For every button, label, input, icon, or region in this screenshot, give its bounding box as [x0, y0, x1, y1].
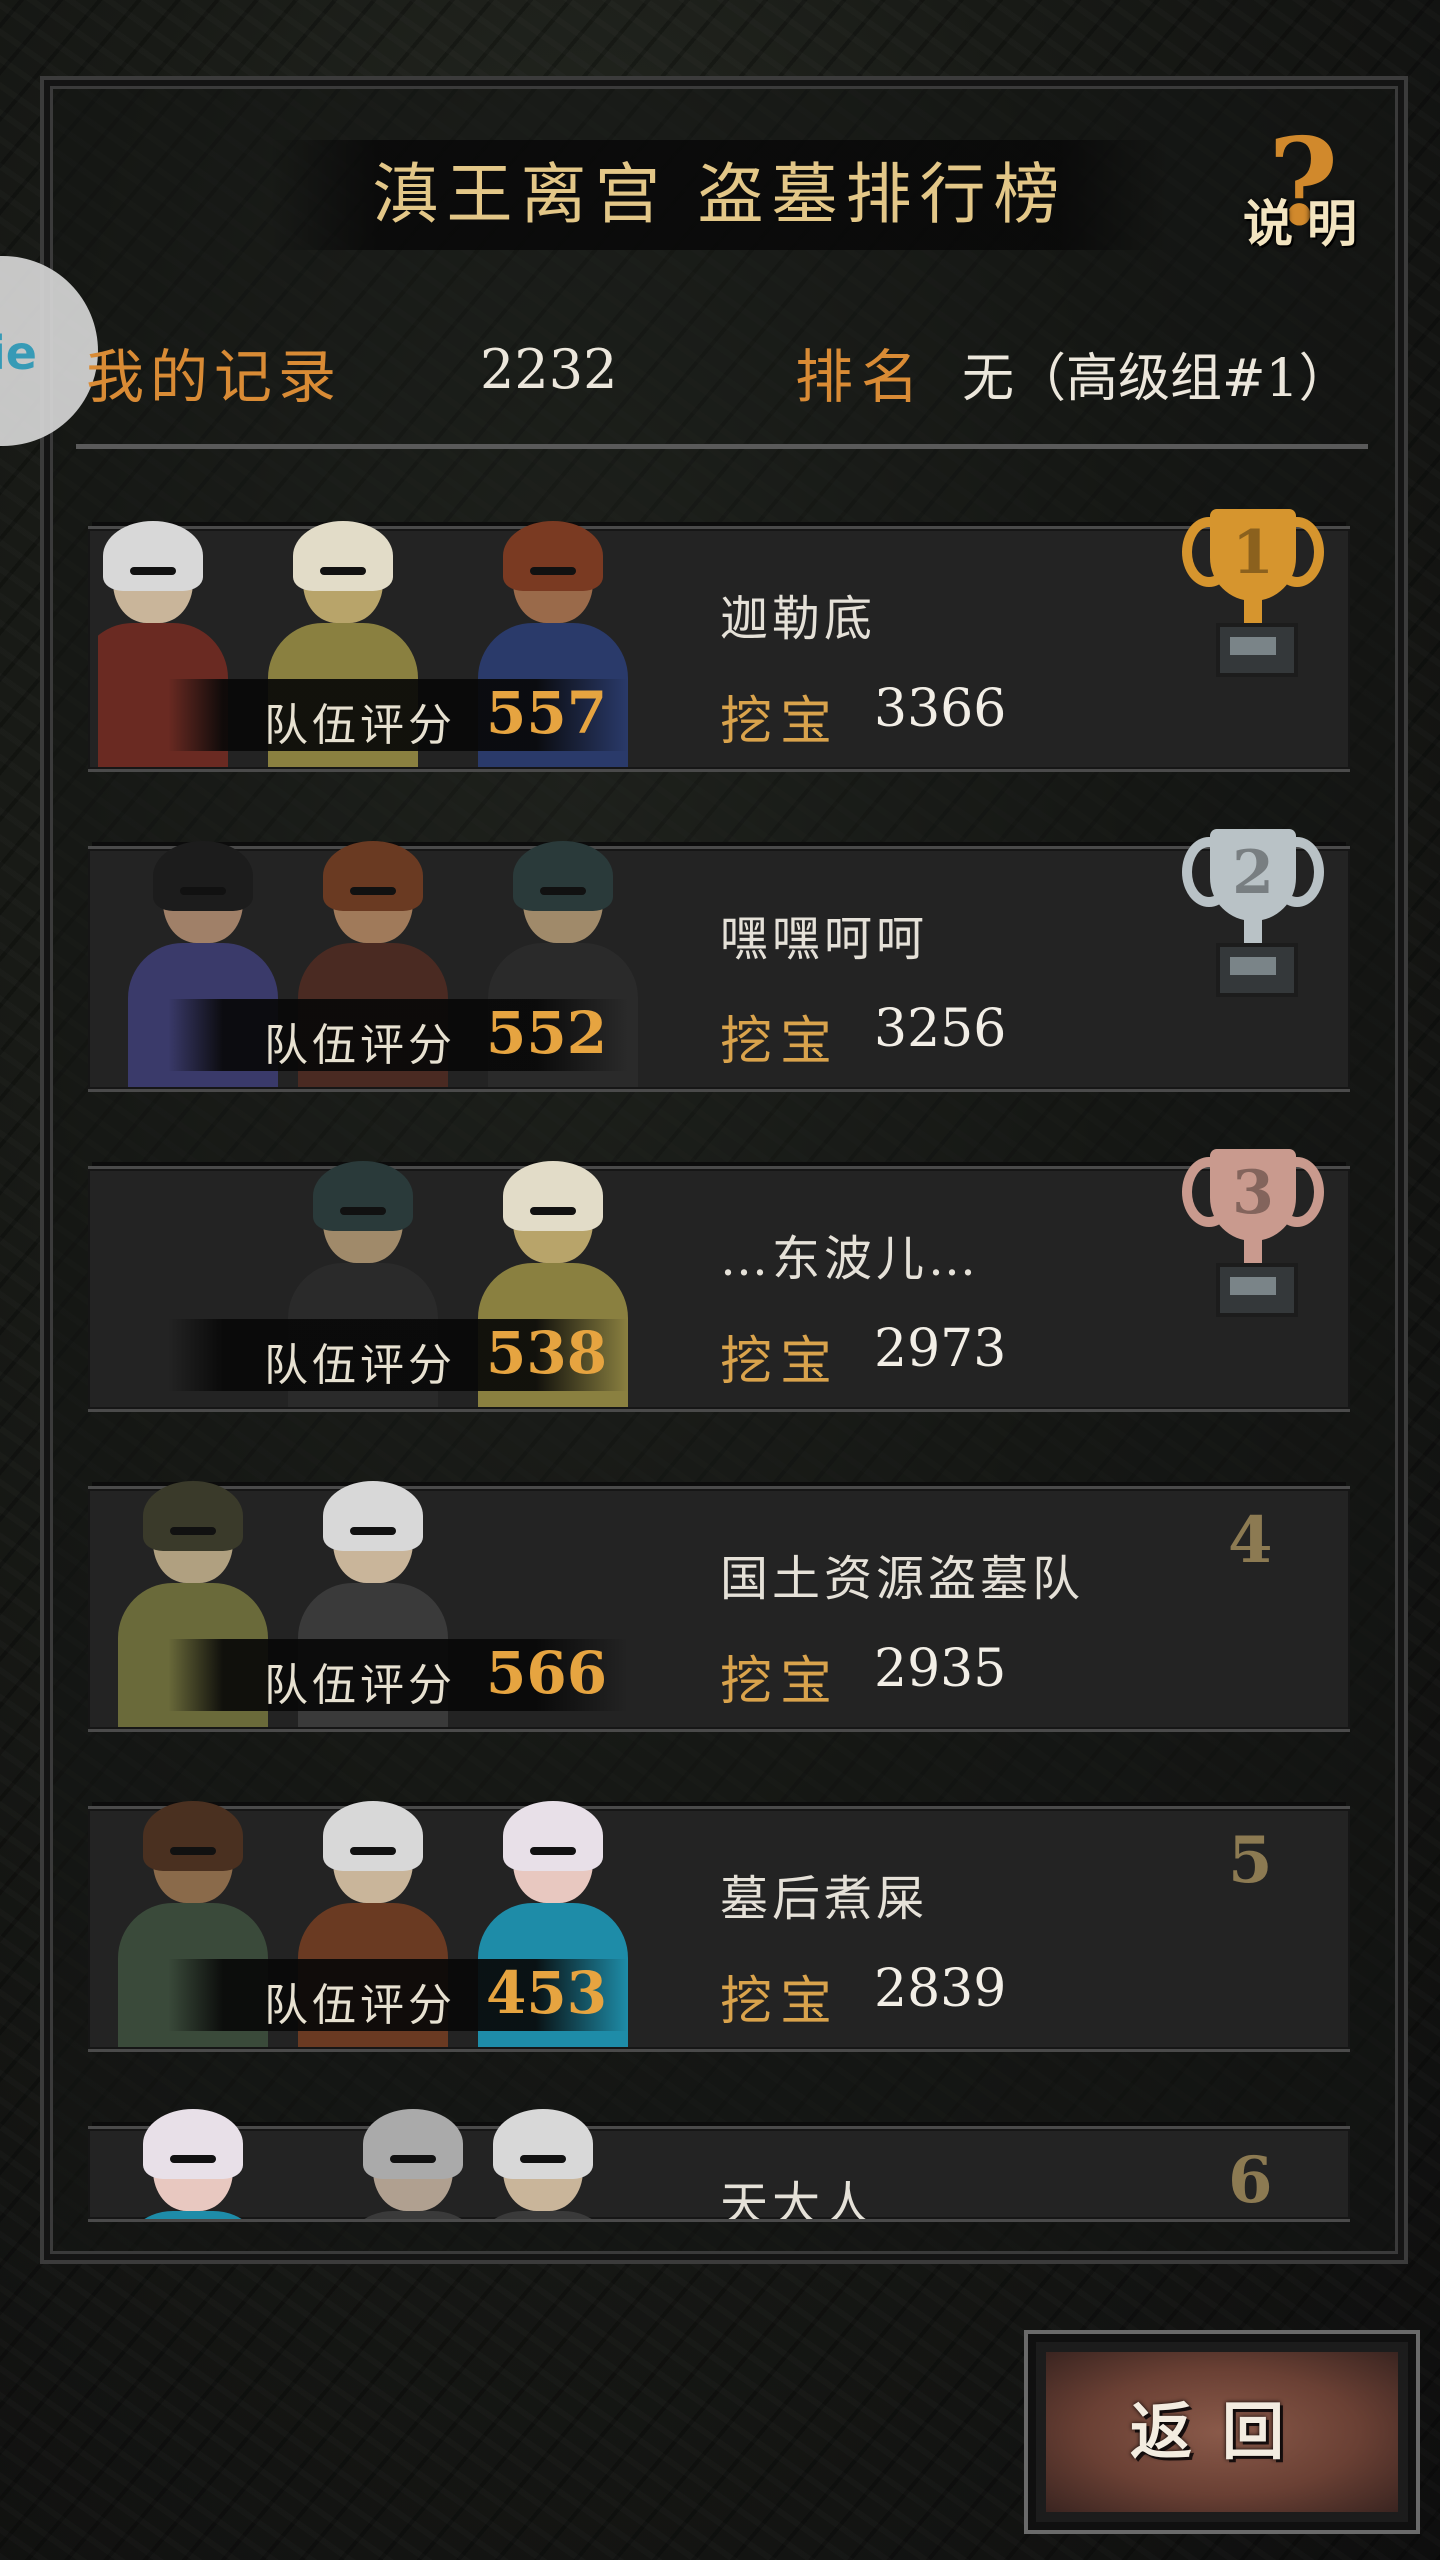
team-score-value: 552 — [486, 999, 608, 1067]
dig-label: 挖宝 — [720, 1012, 841, 1072]
leaderboard-row[interactable]: 队伍评分 538 …东波儿… 挖宝 2973 3 — [88, 1149, 1350, 1412]
team-portraits — [98, 2105, 718, 2219]
leaderboard-row[interactable]: 天大人 6 — [88, 2109, 1350, 2222]
my-rank-value: 无（高级组#1） — [962, 349, 1351, 409]
bronze-trophy-icon: 3 — [1178, 1143, 1328, 1317]
dig-label: 挖宝 — [720, 1332, 841, 1392]
team-score: 队伍评分 566 — [168, 1639, 628, 1711]
team-name: 国土资源盗墓队 — [720, 1551, 1085, 1607]
back-button-label: 返回 — [1129, 2395, 1314, 2468]
dig-score-value: 2973 — [874, 1319, 1007, 1379]
team-name: 迦勒底 — [720, 591, 877, 647]
gold-trophy-icon: 1 — [1178, 503, 1328, 677]
dig-label: 挖宝 — [720, 1972, 841, 2032]
dig-score-value: 3366 — [874, 679, 1007, 739]
my-record-label: 我的记录 — [86, 343, 343, 411]
team-score: 队伍评分 453 — [168, 1959, 628, 2031]
leaderboard-row[interactable]: 队伍评分 453 墓后煮屎挖宝 2839 5 — [88, 1801, 1350, 2052]
leaderboard-row[interactable]: 队伍评分 566 国土资源盗墓队挖宝 2935 4 — [88, 1481, 1350, 1732]
trophy-rank-number: 1 — [1232, 518, 1274, 588]
back-button[interactable]: 返回 — [1024, 2330, 1420, 2534]
character-portrait — [338, 2109, 488, 2219]
team-score: 队伍评分 552 — [168, 999, 628, 1071]
character-portrait — [468, 2109, 618, 2219]
leaderboard-row[interactable]: 队伍评分 552 嘿嘿呵呵挖宝 3256 2 — [88, 829, 1350, 1092]
team-score: 队伍评分 538 — [168, 1319, 628, 1391]
team-score-value: 557 — [486, 679, 608, 747]
team-name: 墓后煮屎 — [720, 1871, 929, 1927]
my-record-value: 2232 — [480, 338, 618, 401]
silver-trophy-icon: 2 — [1178, 823, 1328, 997]
dig-label: 挖宝 — [720, 692, 841, 752]
team-score-label: 队伍评分 — [264, 1980, 456, 2031]
rank-number: 6 — [1228, 2143, 1273, 2218]
team-score-label: 队伍评分 — [264, 1020, 456, 1071]
team-score-label: 队伍评分 — [264, 700, 456, 751]
help-label: 说明 — [1243, 194, 1371, 253]
side-tab-text: ie — [0, 326, 37, 380]
dig-score-value: 2839 — [874, 1959, 1007, 2019]
divider — [76, 444, 1368, 449]
help-button[interactable]: ? 说明 — [1222, 118, 1382, 258]
leaderboard-row[interactable]: 队伍评分 557 迦勒底挖宝 3366 1 — [88, 509, 1350, 772]
dig-label: 挖宝 — [720, 1652, 841, 1712]
team-score-value: 566 — [486, 1639, 608, 1707]
trophy-rank-number: 2 — [1232, 838, 1274, 908]
team-score-label: 队伍评分 — [264, 1340, 456, 1391]
team-score-value: 453 — [486, 1959, 608, 2027]
team-score: 队伍评分 557 — [168, 679, 628, 751]
dig-score-value: 3256 — [874, 999, 1007, 1059]
character-portrait — [118, 2109, 268, 2219]
rank-number: 5 — [1228, 1823, 1273, 1898]
dig-score-value: 2935 — [874, 1639, 1007, 1699]
page-title: 滇王离宫 盗墓排行榜 — [372, 156, 1068, 233]
team-score-label: 队伍评分 — [264, 1660, 456, 1711]
team-score-value: 538 — [486, 1319, 608, 1387]
my-rank-label: 排名 — [795, 343, 928, 411]
team-name: …东波儿… — [720, 1231, 981, 1287]
trophy-rank-number: 3 — [1232, 1158, 1274, 1228]
team-name: 嘿嘿呵呵 — [720, 911, 929, 967]
rank-number: 4 — [1228, 1503, 1273, 1578]
team-name: 天大人 — [720, 2177, 877, 2219]
